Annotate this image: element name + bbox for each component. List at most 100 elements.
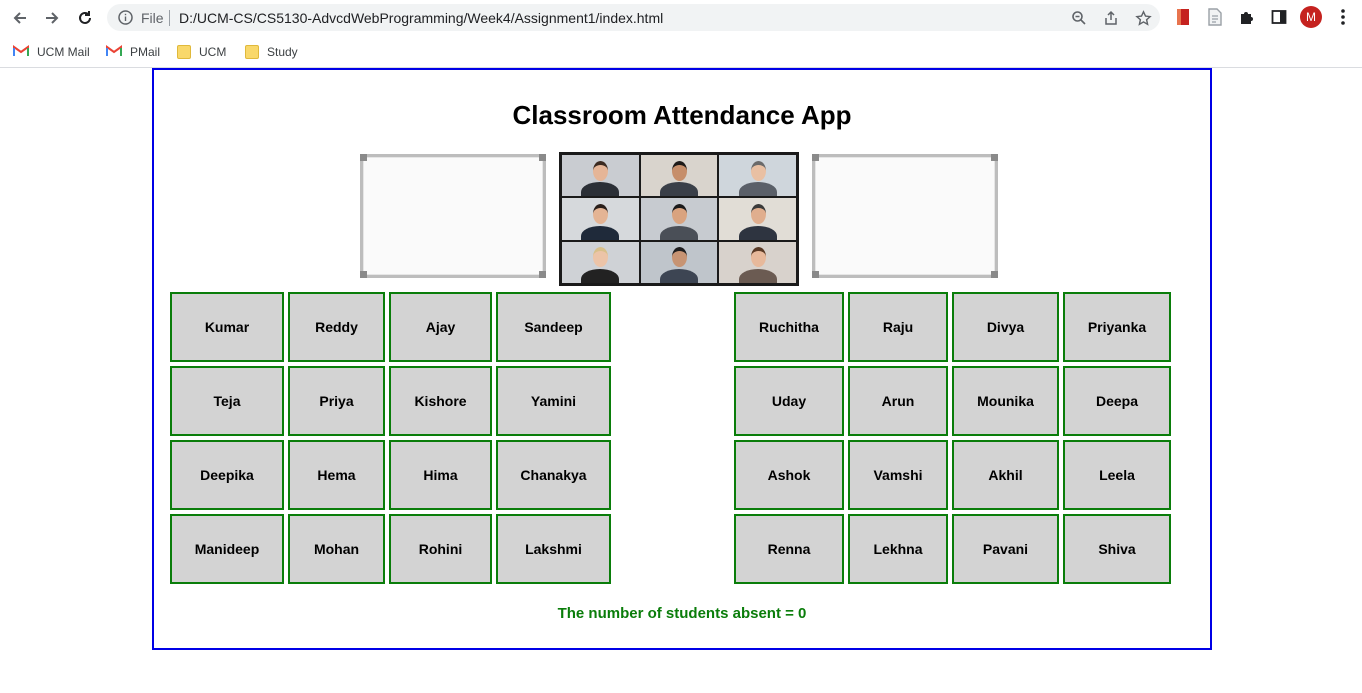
participant-body — [738, 268, 777, 283]
participant-body — [659, 182, 698, 197]
browser-toolbar: File D:/UCM-CS/CS5130-AdvcdWebProgrammin… — [0, 0, 1362, 36]
info-icon[interactable] — [117, 9, 134, 26]
student-seat-button[interactable]: Lekhna — [848, 514, 948, 584]
student-seat-button[interactable]: Divya — [952, 292, 1059, 362]
bookmark-label: Study — [267, 45, 298, 59]
video-participant-tile — [640, 155, 718, 197]
student-seat-button[interactable]: Renna — [734, 514, 844, 584]
profile-avatar[interactable]: M — [1300, 6, 1322, 28]
folder-icon — [177, 45, 191, 59]
bookmark-label: UCM — [199, 45, 227, 59]
participant-body — [581, 225, 620, 240]
side-panel-icon[interactable] — [1268, 6, 1290, 28]
student-seat-button[interactable]: Hema — [288, 440, 385, 510]
student-seat-button[interactable]: Shiva — [1063, 514, 1171, 584]
student-seat-button[interactable]: Priyanka — [1063, 292, 1171, 362]
participant-body — [581, 268, 620, 283]
extensions-puzzle-icon[interactable] — [1236, 6, 1258, 28]
student-seat-button[interactable]: Akhil — [952, 440, 1059, 510]
participant-body — [738, 182, 777, 197]
student-seat-button[interactable]: Mohan — [288, 514, 385, 584]
student-seat-button[interactable]: Uday — [734, 366, 844, 436]
student-seat-button[interactable]: Deepa — [1063, 366, 1171, 436]
absent-count-text: The number of students absent = 0 — [557, 605, 807, 622]
attendance-app-container: Classroom Attendance App Kumar Reddy Ajay S… — [152, 68, 1212, 650]
bookmarks-bar: UCM Mail PMail UCM Study — [0, 37, 1362, 68]
student-seat-button[interactable]: Deepika — [170, 440, 284, 510]
bookmark-label: UCM Mail — [37, 45, 90, 59]
student-seat-button[interactable]: Kishore — [389, 366, 492, 436]
star-icon[interactable] — [1133, 8, 1153, 28]
kebab-menu-icon[interactable] — [1332, 6, 1354, 28]
student-seat-button[interactable]: Priya — [288, 366, 385, 436]
participant-head — [750, 204, 766, 225]
url-text[interactable]: D:/UCM-CS/CS5130-AdvcdWebProgramming/Wee… — [179, 10, 663, 26]
gmail-icon — [13, 45, 29, 59]
whiteboard-corner — [539, 154, 546, 161]
bookmark-label: PMail — [130, 45, 161, 59]
address-bar[interactable]: File D:/UCM-CS/CS5130-AdvcdWebProgrammin… — [107, 4, 1160, 31]
url-separator — [169, 10, 170, 26]
participant-body — [659, 225, 698, 240]
video-conference-image — [559, 152, 799, 286]
student-seat-button[interactable]: Sandeep — [496, 292, 611, 362]
student-seat-button[interactable]: Teja — [170, 366, 284, 436]
participant-body — [738, 225, 777, 240]
student-seat-button[interactable]: Raju — [848, 292, 948, 362]
page-title: Classroom Attendance App — [512, 100, 852, 130]
video-participant-tile — [719, 155, 796, 197]
student-seat-button[interactable]: Chanakya — [496, 440, 611, 510]
student-seat-button[interactable]: Arun — [848, 366, 948, 436]
student-seat-button[interactable]: Mounika — [952, 366, 1059, 436]
whiteboard-corner — [991, 154, 998, 161]
whiteboard-corner — [812, 271, 819, 278]
student-seat-button[interactable]: Leela — [1063, 440, 1171, 510]
bookmark-folder-ucm[interactable]: UCM — [177, 41, 226, 63]
student-seat-button[interactable]: Kumar — [170, 292, 284, 362]
participant-head — [671, 160, 687, 181]
bookmark-ucm-mail[interactable]: UCM Mail — [13, 41, 90, 63]
participant-head — [593, 247, 609, 268]
zoom-icon[interactable] — [1069, 8, 1089, 28]
video-participant-tile — [640, 241, 718, 283]
student-seat-button[interactable]: Ruchitha — [734, 292, 844, 362]
participant-head — [750, 160, 766, 181]
student-seat-button[interactable]: Hima — [389, 440, 492, 510]
gmail-icon — [106, 45, 122, 59]
video-participant-tile — [562, 198, 639, 240]
back-arrow-icon[interactable] — [8, 6, 32, 30]
student-seat-button[interactable]: Reddy — [288, 292, 385, 362]
participant-head — [671, 204, 687, 225]
whiteboard-right-image — [812, 154, 998, 278]
video-participant-tile — [719, 241, 796, 283]
video-participant-tile — [562, 241, 639, 283]
student-seat-button[interactable]: Yamini — [496, 366, 611, 436]
whiteboard-left-image — [360, 154, 546, 278]
bookmark-folder-study[interactable]: Study — [245, 41, 298, 63]
reload-icon[interactable] — [73, 6, 97, 30]
participant-head — [750, 247, 766, 268]
student-seat-button[interactable]: Lakshmi — [496, 514, 611, 584]
student-seat-button[interactable]: Vamshi — [848, 440, 948, 510]
participant-body — [659, 268, 698, 283]
bookmark-pmail[interactable]: PMail — [106, 41, 160, 63]
participant-head — [671, 247, 687, 268]
participant-body — [581, 182, 620, 197]
url-scheme: File — [141, 10, 164, 26]
forward-arrow-icon[interactable] — [40, 6, 64, 30]
student-seat-button[interactable]: Pavani — [952, 514, 1059, 584]
bookmark-extension-icon[interactable] — [1172, 6, 1194, 28]
student-seat-button[interactable]: Ashok — [734, 440, 844, 510]
video-participant-tile — [562, 155, 639, 197]
student-seat-button[interactable]: Manideep — [170, 514, 284, 584]
whiteboard-corner — [360, 271, 367, 278]
student-seat-button[interactable]: Ajay — [389, 292, 492, 362]
share-icon[interactable] — [1101, 8, 1121, 28]
folder-icon — [245, 45, 259, 59]
video-participant-tile — [719, 198, 796, 240]
video-participant-tile — [640, 198, 718, 240]
participant-head — [593, 204, 609, 225]
participant-head — [593, 160, 609, 181]
student-seat-button[interactable]: Rohini — [389, 514, 492, 584]
document-extension-icon[interactable] — [1204, 6, 1226, 28]
